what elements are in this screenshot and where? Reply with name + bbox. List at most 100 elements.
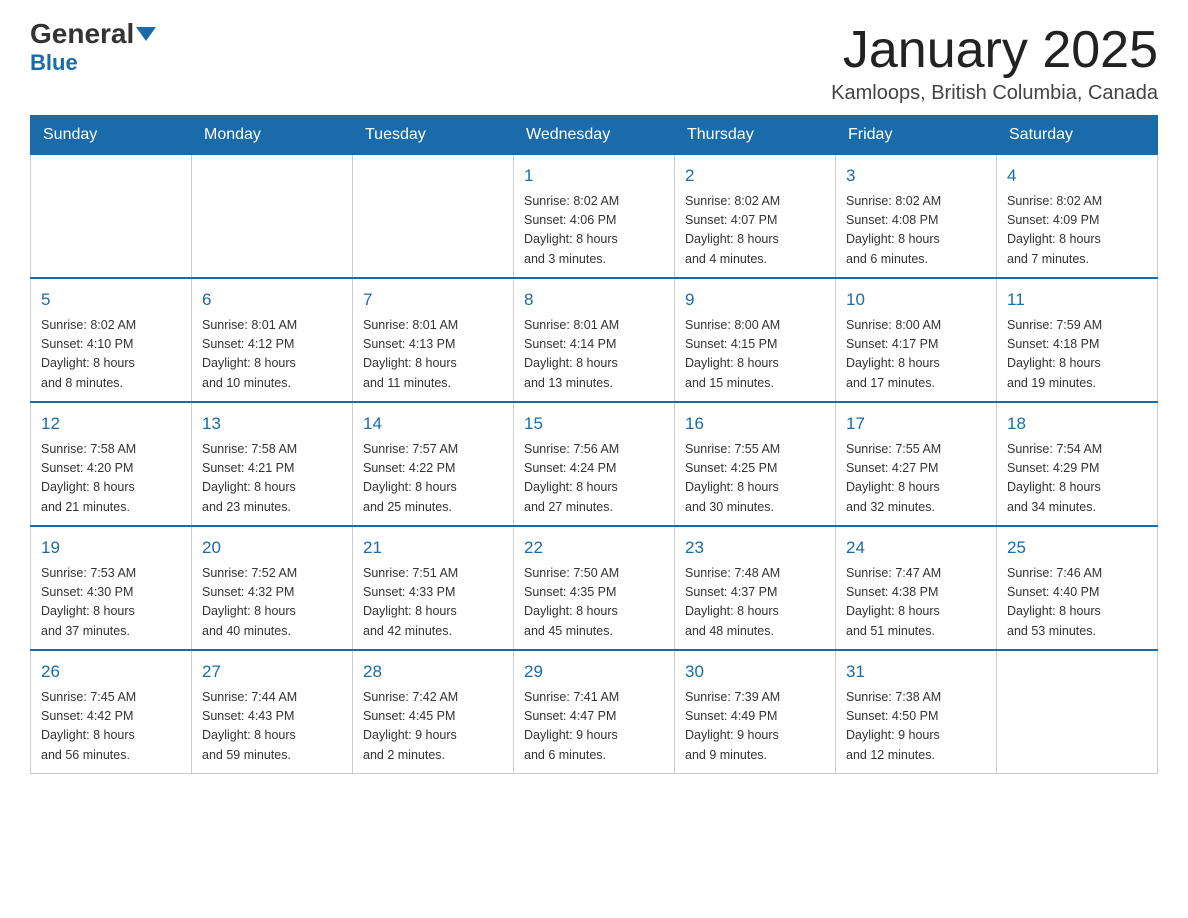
day-info: Sunrise: 7:53 AMSunset: 4:30 PMDaylight:… <box>41 564 181 642</box>
logo-general-text: General <box>30 20 134 48</box>
day-number: 23 <box>685 535 825 561</box>
day-info: Sunrise: 8:02 AMSunset: 4:08 PMDaylight:… <box>846 192 986 270</box>
calendar-cell: 25Sunrise: 7:46 AMSunset: 4:40 PMDayligh… <box>997 526 1158 650</box>
day-number: 20 <box>202 535 342 561</box>
day-info: Sunrise: 7:50 AMSunset: 4:35 PMDaylight:… <box>524 564 664 642</box>
day-info: Sunrise: 7:38 AMSunset: 4:50 PMDaylight:… <box>846 688 986 766</box>
day-number: 24 <box>846 535 986 561</box>
calendar-week-row: 26 Sunrise: 7:45 AMSunset: 4:42 PMDayligh… <box>31 650 1158 774</box>
calendar-cell <box>353 155 514 279</box>
day-info: Sunrise: 8:02 AMSunset: 4:07 PMDaylight:… <box>685 192 825 270</box>
calendar-cell: 5Sunrise: 8:02 AMSunset: 4:10 PMDaylight… <box>31 278 192 402</box>
calendar-header-sunday: Sunday <box>31 116 192 155</box>
day-number: 10 <box>846 287 986 313</box>
day-number: 28 <box>363 659 503 685</box>
calendar-week-row: 19Sunrise: 7:53 AMSunset: 4:30 PMDayligh… <box>31 526 1158 650</box>
logo: General Blue <box>30 20 156 76</box>
day-number: 3 <box>846 163 986 189</box>
day-info: Sunrise: 7:55 AMSunset: 4:25 PMDaylight:… <box>685 440 825 518</box>
day-number: 7 <box>363 287 503 313</box>
day-number: 21 <box>363 535 503 561</box>
calendar-cell <box>997 650 1158 774</box>
calendar-header-tuesday: Tuesday <box>353 116 514 155</box>
day-info: Sunrise: 7:55 AMSunset: 4:27 PMDaylight:… <box>846 440 986 518</box>
day-info: Sunrise: 7:47 AMSunset: 4:38 PMDaylight:… <box>846 564 986 642</box>
calendar-cell: 16 Sunrise: 7:55 AMSunset: 4:25 PMDayligh… <box>675 402 836 526</box>
day-info: Sunrise: 8:01 AMSunset: 4:14 PMDaylight:… <box>524 316 664 394</box>
calendar-cell: 22 Sunrise: 7:50 AMSunset: 4:35 PMDayligh… <box>514 526 675 650</box>
calendar-cell: 3 Sunrise: 8:02 AMSunset: 4:08 PMDaylight… <box>836 155 997 279</box>
day-info: Sunrise: 7:54 AMSunset: 4:29 PMDaylight:… <box>1007 440 1147 518</box>
calendar-cell: 19Sunrise: 7:53 AMSunset: 4:30 PMDayligh… <box>31 526 192 650</box>
calendar-cell: 1Sunrise: 8:02 AMSunset: 4:06 PMDaylight… <box>514 155 675 279</box>
month-title: January 2025 <box>831 20 1158 80</box>
day-number: 5 <box>41 287 181 313</box>
day-number: 8 <box>524 287 664 313</box>
day-info: Sunrise: 8:00 AMSunset: 4:17 PMDaylight:… <box>846 316 986 394</box>
day-info: Sunrise: 7:58 AMSunset: 4:21 PMDaylight:… <box>202 440 342 518</box>
calendar-header-thursday: Thursday <box>675 116 836 155</box>
logo-blue-text: Blue <box>30 50 78 76</box>
day-number: 22 <box>524 535 664 561</box>
calendar-cell: 29Sunrise: 7:41 AMSunset: 4:47 PMDayligh… <box>514 650 675 774</box>
calendar-cell <box>31 155 192 279</box>
day-info: Sunrise: 7:57 AMSunset: 4:22 PMDaylight:… <box>363 440 503 518</box>
day-number: 14 <box>363 411 503 437</box>
calendar-cell: 18 Sunrise: 7:54 AMSunset: 4:29 PMDayligh… <box>997 402 1158 526</box>
calendar-header-friday: Friday <box>836 116 997 155</box>
calendar-table: SundayMondayTuesdayWednesdayThursdayFrid… <box>30 115 1158 774</box>
calendar-cell: 12Sunrise: 7:58 AMSunset: 4:20 PMDayligh… <box>31 402 192 526</box>
day-info: Sunrise: 7:58 AMSunset: 4:20 PMDaylight:… <box>41 440 181 518</box>
day-number: 13 <box>202 411 342 437</box>
calendar-cell: 27 Sunrise: 7:44 AMSunset: 4:43 PMDayligh… <box>192 650 353 774</box>
day-number: 15 <box>524 411 664 437</box>
title-block: January 2025 Kamloops, British Columbia,… <box>831 20 1158 105</box>
day-info: Sunrise: 7:52 AMSunset: 4:32 PMDaylight:… <box>202 564 342 642</box>
calendar-cell: 21 Sunrise: 7:51 AMSunset: 4:33 PMDayligh… <box>353 526 514 650</box>
day-info: Sunrise: 7:59 AMSunset: 4:18 PMDaylight:… <box>1007 316 1147 394</box>
day-info: Sunrise: 7:48 AMSunset: 4:37 PMDaylight:… <box>685 564 825 642</box>
page-header: General Blue January 2025 Kamloops, Brit… <box>30 20 1158 105</box>
day-number: 4 <box>1007 163 1147 189</box>
calendar-cell: 23 Sunrise: 7:48 AMSunset: 4:37 PMDayligh… <box>675 526 836 650</box>
calendar-cell: 13 Sunrise: 7:58 AMSunset: 4:21 PMDayligh… <box>192 402 353 526</box>
calendar-cell: 4Sunrise: 8:02 AMSunset: 4:09 PMDaylight… <box>997 155 1158 279</box>
calendar-cell <box>192 155 353 279</box>
day-number: 29 <box>524 659 664 685</box>
calendar-cell: 8 Sunrise: 8:01 AMSunset: 4:14 PMDaylight… <box>514 278 675 402</box>
day-number: 26 <box>41 659 181 685</box>
calendar-week-row: 12Sunrise: 7:58 AMSunset: 4:20 PMDayligh… <box>31 402 1158 526</box>
calendar-cell: 6 Sunrise: 8:01 AMSunset: 4:12 PMDaylight… <box>192 278 353 402</box>
day-number: 6 <box>202 287 342 313</box>
day-number: 1 <box>524 163 664 189</box>
calendar-cell: 30Sunrise: 7:39 AMSunset: 4:49 PMDayligh… <box>675 650 836 774</box>
calendar-cell: 2Sunrise: 8:02 AMSunset: 4:07 PMDaylight… <box>675 155 836 279</box>
calendar-cell: 17 Sunrise: 7:55 AMSunset: 4:27 PMDayligh… <box>836 402 997 526</box>
day-info: Sunrise: 8:00 AMSunset: 4:15 PMDaylight:… <box>685 316 825 394</box>
day-number: 18 <box>1007 411 1147 437</box>
calendar-week-row: 5Sunrise: 8:02 AMSunset: 4:10 PMDaylight… <box>31 278 1158 402</box>
day-number: 16 <box>685 411 825 437</box>
calendar-header-monday: Monday <box>192 116 353 155</box>
calendar-header-wednesday: Wednesday <box>514 116 675 155</box>
day-info: Sunrise: 8:01 AMSunset: 4:12 PMDaylight:… <box>202 316 342 394</box>
day-info: Sunrise: 7:51 AMSunset: 4:33 PMDaylight:… <box>363 564 503 642</box>
day-number: 27 <box>202 659 342 685</box>
calendar-cell: 14 Sunrise: 7:57 AMSunset: 4:22 PMDayligh… <box>353 402 514 526</box>
day-number: 9 <box>685 287 825 313</box>
calendar-cell: 26 Sunrise: 7:45 AMSunset: 4:42 PMDayligh… <box>31 650 192 774</box>
day-info: Sunrise: 7:39 AMSunset: 4:49 PMDaylight:… <box>685 688 825 766</box>
location-subtitle: Kamloops, British Columbia, Canada <box>831 82 1158 105</box>
day-number: 25 <box>1007 535 1147 561</box>
calendar-cell: 28Sunrise: 7:42 AMSunset: 4:45 PMDayligh… <box>353 650 514 774</box>
calendar-cell: 15Sunrise: 7:56 AMSunset: 4:24 PMDayligh… <box>514 402 675 526</box>
calendar-header-saturday: Saturday <box>997 116 1158 155</box>
calendar-cell: 24 Sunrise: 7:47 AMSunset: 4:38 PMDayligh… <box>836 526 997 650</box>
calendar-cell: 31Sunrise: 7:38 AMSunset: 4:50 PMDayligh… <box>836 650 997 774</box>
day-info: Sunrise: 8:01 AMSunset: 4:13 PMDaylight:… <box>363 316 503 394</box>
calendar-cell: 7 Sunrise: 8:01 AMSunset: 4:13 PMDaylight… <box>353 278 514 402</box>
day-info: Sunrise: 7:44 AMSunset: 4:43 PMDaylight:… <box>202 688 342 766</box>
calendar-cell: 20 Sunrise: 7:52 AMSunset: 4:32 PMDayligh… <box>192 526 353 650</box>
day-info: Sunrise: 7:45 AMSunset: 4:42 PMDaylight:… <box>41 688 181 766</box>
day-number: 17 <box>846 411 986 437</box>
